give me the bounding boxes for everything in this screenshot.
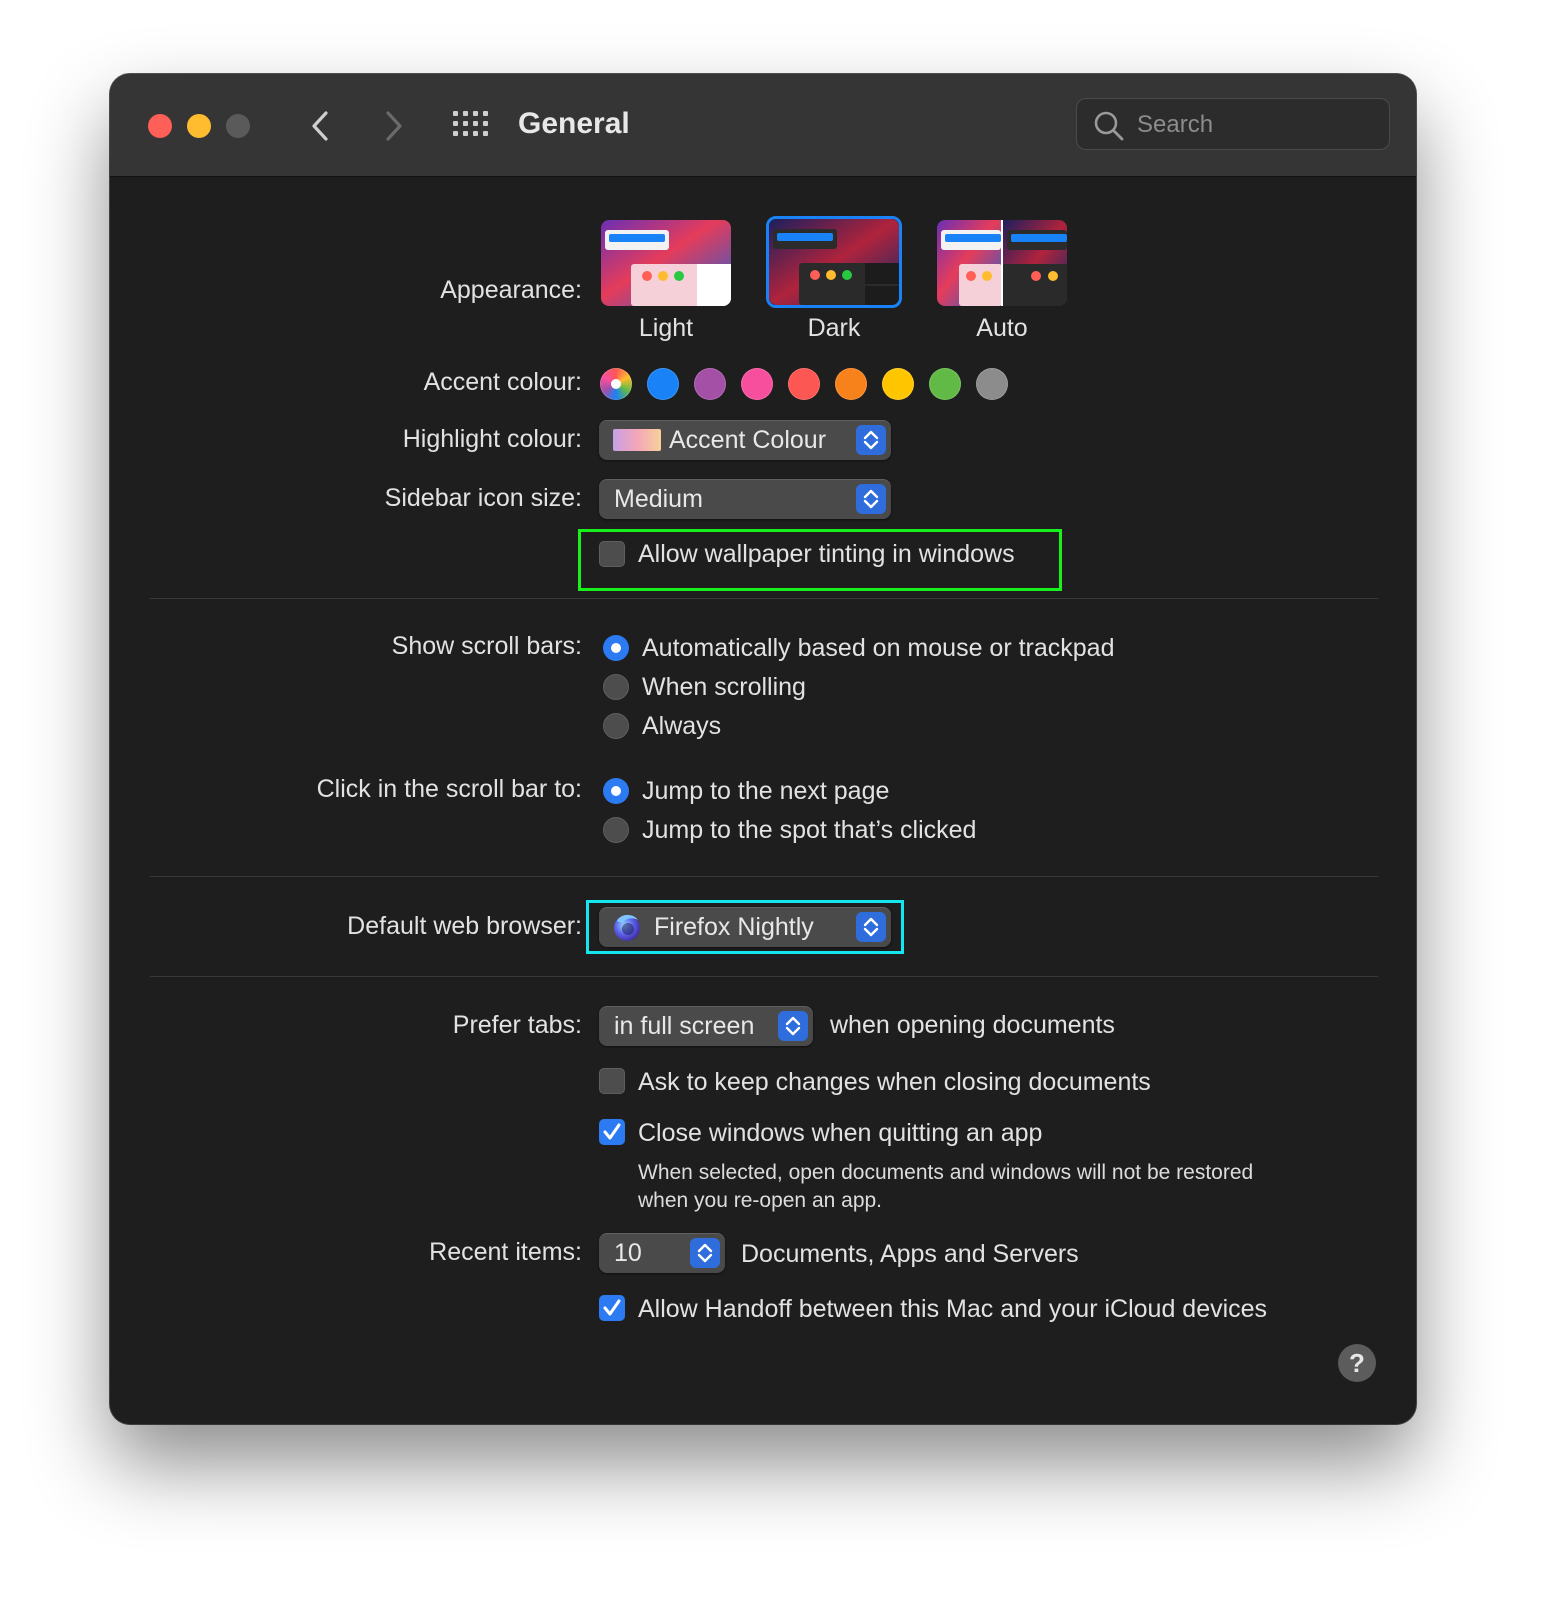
- highlight-colour-swatch: [613, 429, 661, 451]
- scroll-bars-always-radio[interactable]: [603, 713, 629, 739]
- appearance-dark-label: Dark: [807, 314, 861, 342]
- appearance-auto-thumbnail[interactable]: [937, 220, 1067, 306]
- recent-items-label: Recent items:: [429, 1238, 582, 1266]
- prefer-tabs-popup[interactable]: in full screen: [599, 1006, 813, 1046]
- scroll-click-spot-label: Jump to the spot that’s clicked: [642, 816, 977, 844]
- accent-swatch-purple[interactable]: [694, 368, 726, 400]
- scroll-bars-when-scrolling-radio[interactable]: [603, 674, 629, 700]
- close-windows-checkbox[interactable]: [599, 1119, 625, 1145]
- appearance-light-label: Light: [638, 314, 694, 342]
- accent-swatch-graphite[interactable]: [976, 368, 1008, 400]
- recent-items-suffix: Documents, Apps and Servers: [741, 1240, 1079, 1268]
- scroll-click-spot-radio[interactable]: [603, 817, 629, 843]
- help-button[interactable]: ?: [1338, 1344, 1376, 1382]
- close-windows-label: Close windows when quitting an app: [638, 1119, 1043, 1147]
- section-divider: [150, 876, 1378, 877]
- preferences-window: General Appearance:: [110, 74, 1416, 1424]
- cyan-annotation-box: [586, 900, 904, 954]
- show-scroll-bars-label: Show scroll bars:: [391, 632, 582, 660]
- section-divider: [150, 598, 1378, 599]
- prefer-tabs-suffix: when opening documents: [830, 1011, 1115, 1039]
- highlight-colour-value: Accent Colour: [669, 426, 827, 454]
- scroll-click-next-page-label: Jump to the next page: [642, 777, 890, 805]
- scroll-bars-when-scrolling-label: When scrolling: [642, 673, 806, 701]
- recent-items-popup[interactable]: 10: [599, 1233, 725, 1273]
- scroll-bars-auto-label: Automatically based on mouse or trackpad: [642, 634, 1115, 662]
- scroll-click-next-page-radio[interactable]: [603, 778, 629, 804]
- ask-keep-changes-checkbox[interactable]: [599, 1068, 625, 1094]
- prefer-tabs-label: Prefer tabs:: [452, 1011, 582, 1039]
- highlight-colour-popup[interactable]: Accent Colour: [599, 420, 891, 460]
- click-scroll-bar-label: Click in the scroll bar to:: [316, 775, 582, 803]
- search-input[interactable]: [1135, 107, 1379, 143]
- checkmark-icon: [603, 1299, 621, 1316]
- ask-keep-changes-label: Ask to keep changes when closing documen…: [638, 1068, 1151, 1096]
- appearance-dark-thumbnail[interactable]: [769, 219, 899, 305]
- handoff-label: Allow Handoff between this Mac and your …: [638, 1295, 1268, 1323]
- search-icon: [1094, 111, 1124, 141]
- accent-swatch-blue[interactable]: [647, 368, 679, 400]
- scroll-bars-always-label: Always: [642, 712, 722, 740]
- accent-swatch-green[interactable]: [929, 368, 961, 400]
- accent-swatch-red[interactable]: [788, 368, 820, 400]
- handoff-checkbox[interactable]: [599, 1295, 625, 1321]
- highlight-colour-label: Highlight colour:: [402, 425, 582, 453]
- popup-stepper-icon: [690, 1238, 720, 1268]
- popup-stepper-icon: [778, 1011, 808, 1041]
- popup-stepper-icon: [856, 484, 886, 514]
- forward-button[interactable]: [370, 104, 414, 148]
- checkmark-icon: [603, 1123, 621, 1140]
- sidebar-icon-size-popup[interactable]: Medium: [599, 479, 891, 519]
- accent-swatch-orange[interactable]: [835, 368, 867, 400]
- chevron-left-icon: [312, 111, 328, 141]
- sidebar-icon-size-value: Medium: [614, 485, 703, 513]
- accent-colour-label: Accent colour:: [423, 368, 582, 396]
- popup-stepper-icon: [856, 425, 886, 455]
- close-window-button[interactable]: [148, 114, 172, 138]
- close-windows-note-line2: when you re-open an app.: [638, 1189, 883, 1212]
- default-browser-label: Default web browser:: [347, 912, 582, 940]
- chevron-right-icon: [386, 111, 402, 141]
- green-annotation-box: [578, 529, 1062, 591]
- prefer-tabs-value: in full screen: [614, 1012, 755, 1040]
- sidebar-icon-size-label: Sidebar icon size:: [384, 484, 582, 512]
- recent-items-value: 10: [614, 1239, 642, 1267]
- appearance-auto-label: Auto: [976, 314, 1028, 342]
- back-button[interactable]: [300, 104, 344, 148]
- scroll-bars-auto-radio[interactable]: [603, 635, 629, 661]
- title-bar: General: [110, 74, 1416, 177]
- section-divider: [150, 976, 1378, 977]
- accent-swatch-pink[interactable]: [741, 368, 773, 400]
- accent-swatch-yellow[interactable]: [882, 368, 914, 400]
- appearance-label: Appearance:: [440, 276, 582, 304]
- show-all-grid-icon[interactable]: [452, 110, 490, 138]
- search-field[interactable]: [1076, 98, 1390, 150]
- appearance-light-thumbnail[interactable]: [601, 220, 731, 306]
- close-windows-note-line1: When selected, open documents and window…: [638, 1161, 1254, 1184]
- minimize-window-button[interactable]: [187, 114, 211, 138]
- window-title: General: [518, 107, 630, 140]
- accent-swatch-multicolor[interactable]: [600, 368, 632, 400]
- zoom-window-button[interactable]: [226, 114, 250, 138]
